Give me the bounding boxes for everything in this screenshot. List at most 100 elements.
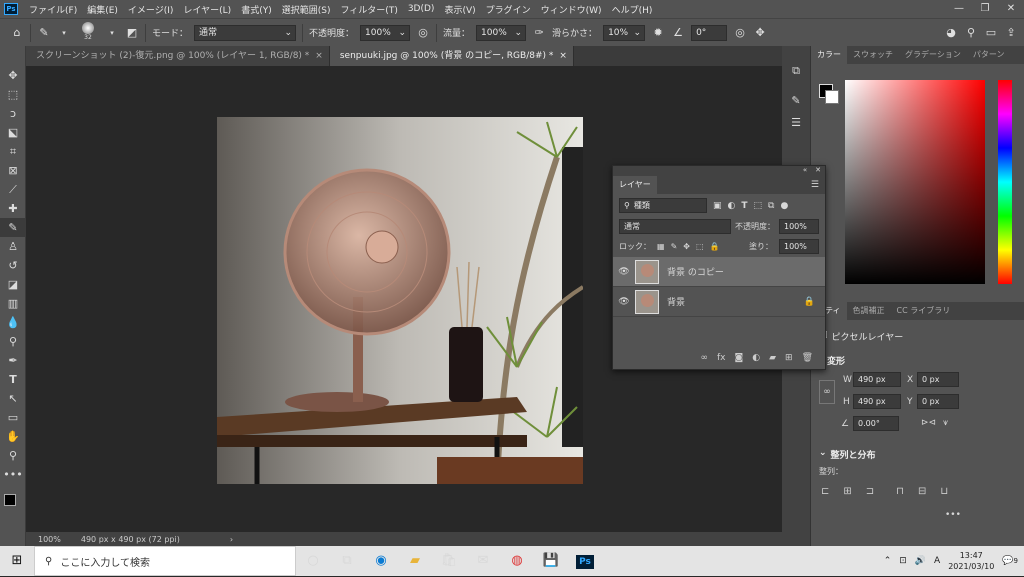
lock-position-icon[interactable]: ✥	[683, 242, 690, 251]
stamp-tool-icon[interactable]: ♙	[0, 237, 26, 256]
tab-senpuuki[interactable]: senpuuki.jpg @ 100% (背景 のコピー, RGB/8#) * ×	[329, 46, 574, 66]
symmetry-icon[interactable]: ✥	[753, 26, 767, 39]
filter-adjust-icon[interactable]: ◐	[728, 201, 736, 211]
filter-toggle-icon[interactable]: ●	[780, 201, 788, 211]
hand-tool-icon[interactable]: ✋	[0, 427, 26, 446]
share-icon[interactable]: ⇪	[1004, 26, 1018, 39]
mode-select[interactable]: 通常 ⌄	[194, 24, 297, 41]
object-select-tool-icon[interactable]: ⬕	[0, 123, 26, 142]
layer-row-background-copy[interactable]: 👁 背景 のコピー	[613, 257, 825, 287]
gear-icon[interactable]: ✹	[651, 26, 665, 39]
filter-shape-icon[interactable]: ⬚	[754, 201, 763, 211]
tab-gradients[interactable]: グラデーション	[899, 46, 967, 64]
history-brush-tool-icon[interactable]: ↺	[0, 256, 26, 275]
link-icon[interactable]: ∞	[819, 380, 835, 404]
tab-color[interactable]: カラー	[811, 46, 847, 64]
cortana-icon[interactable]: ○	[296, 546, 330, 576]
menu-help[interactable]: ヘルプ(H)	[607, 3, 658, 16]
smoothing-field[interactable]: 10% ⌄	[603, 24, 646, 41]
notification-icon[interactable]: 💬9	[1002, 556, 1018, 566]
lock-all-icon[interactable]: 🔒	[710, 242, 720, 251]
height-field[interactable]: 490 px	[853, 394, 901, 409]
brush-tool-icon[interactable]: ✎	[37, 26, 51, 39]
flow-field[interactable]: 100% ⌄	[476, 24, 527, 41]
foreground-color[interactable]	[4, 494, 16, 506]
lock-artboard-icon[interactable]: ⬚	[696, 242, 704, 251]
brush-settings-panel-icon[interactable]: ✎	[782, 90, 810, 112]
align-center-h-icon[interactable]: ⊞	[843, 486, 851, 497]
blend-mode-select[interactable]: 通常	[619, 219, 731, 234]
history-panel-icon[interactable]: ⧉	[782, 60, 810, 82]
task-view-icon[interactable]: ⧉	[330, 546, 364, 576]
eye-icon[interactable]: 👁	[613, 267, 635, 277]
explorer-icon[interactable]: ▰	[398, 546, 432, 576]
fill-field[interactable]: 100%	[779, 239, 819, 254]
gradient-tool-icon[interactable]: ▥	[0, 294, 26, 313]
minimize-icon[interactable]: —	[946, 0, 972, 18]
restore-icon[interactable]: ❐	[972, 0, 998, 18]
angle-field[interactable]: 0°	[691, 24, 728, 41]
chevron-down-icon[interactable]: ⌄	[819, 448, 827, 461]
more-tools-icon[interactable]: •••	[0, 465, 26, 484]
mail-icon[interactable]: ✉	[466, 546, 500, 576]
tab-swatches[interactable]: スウォッチ	[847, 46, 899, 64]
eraser-tool-icon[interactable]: ◪	[0, 275, 26, 294]
lock-pixels-icon[interactable]: ✎	[671, 242, 678, 251]
edge-icon[interactable]: ◉	[364, 546, 398, 576]
close-icon[interactable]: ×	[559, 51, 567, 61]
more-options[interactable]: •••	[945, 510, 961, 520]
mask-icon[interactable]: ◙	[735, 353, 744, 363]
align-right-icon[interactable]: ⊐	[866, 486, 874, 497]
menu-edit[interactable]: 編集(E)	[82, 3, 123, 16]
chevron-down-icon[interactable]: ▾	[57, 29, 71, 37]
pen-tool-icon[interactable]: ✒	[0, 351, 26, 370]
tab-patterns[interactable]: パターン	[967, 46, 1011, 64]
align-top-icon[interactable]: ⊓	[896, 486, 904, 497]
y-field[interactable]: 0 px	[917, 394, 959, 409]
tab-screenshot[interactable]: スクリーンショット (2)-復元.png @ 100% (レイヤー 1, RGB…	[26, 46, 330, 66]
panel-menu-icon[interactable]: ☰	[811, 176, 825, 194]
menu-view[interactable]: 表示(V)	[439, 3, 480, 16]
menu-image[interactable]: イメージ(I)	[123, 3, 179, 16]
path-select-tool-icon[interactable]: ↖	[0, 389, 26, 408]
tray-expand-icon[interactable]: ⌃	[884, 556, 892, 566]
folder-icon[interactable]: ▰	[769, 353, 776, 363]
zoom-tool-icon[interactable]: ⚲	[0, 446, 26, 465]
lasso-tool-icon[interactable]: ↄ	[0, 104, 26, 123]
clock[interactable]: 13:47 2021/03/10	[948, 550, 994, 572]
filter-type-icon[interactable]: T	[741, 201, 747, 211]
healing-brush-tool-icon[interactable]: ✚	[0, 199, 26, 218]
close-icon[interactable]: ×	[315, 51, 323, 61]
width-field[interactable]: 490 px	[853, 372, 901, 387]
color-bg-swatch[interactable]	[825, 90, 839, 104]
marquee-tool-icon[interactable]: ⬚	[0, 85, 26, 104]
x-field[interactable]: 0 px	[917, 372, 959, 387]
hue-slider[interactable]	[998, 80, 1012, 284]
search-icon[interactable]: ⚲	[964, 26, 978, 39]
crop-tool-icon[interactable]: ⌗	[0, 142, 26, 161]
pressure-size-icon[interactable]: ◎	[733, 26, 747, 39]
adjustment-layer-icon[interactable]: ◐	[752, 353, 760, 363]
taskbar-search[interactable]: ⚲ ここに入力して検索	[34, 546, 296, 576]
align-left-icon[interactable]: ⊏	[821, 486, 829, 497]
menu-plugins[interactable]: プラグイン	[481, 3, 536, 16]
adjust-panel-icon[interactable]: ☰	[782, 112, 810, 134]
tab-adjustments[interactable]: 色調補正	[847, 302, 891, 320]
layer-opacity-field[interactable]: 100%	[779, 219, 819, 234]
document-image[interactable]	[217, 117, 583, 484]
rectangle-tool-icon[interactable]: ▭	[0, 408, 26, 427]
speaker-icon[interactable]: 🔊	[915, 556, 926, 566]
zoom-level[interactable]: 100%	[38, 535, 61, 544]
store-icon[interactable]: 🛍	[432, 546, 466, 576]
blur-tool-icon[interactable]: 💧	[0, 313, 26, 332]
menu-filter[interactable]: フィルター(T)	[335, 3, 402, 16]
windows-start-icon[interactable]: ⊞	[0, 546, 34, 576]
link-layers-icon[interactable]: ∞	[701, 353, 709, 363]
save-app-icon[interactable]: 💾	[534, 546, 568, 576]
layer-row-background[interactable]: 👁 背景 🔒	[613, 287, 825, 317]
menu-select[interactable]: 選択範囲(S)	[277, 3, 336, 16]
brush-tool-icon[interactable]: ✎	[0, 218, 26, 237]
brush-settings-icon[interactable]: ◩	[125, 26, 139, 39]
align-bottom-icon[interactable]: ⊔	[940, 486, 948, 497]
align-center-v-icon[interactable]: ⊟	[918, 486, 926, 497]
